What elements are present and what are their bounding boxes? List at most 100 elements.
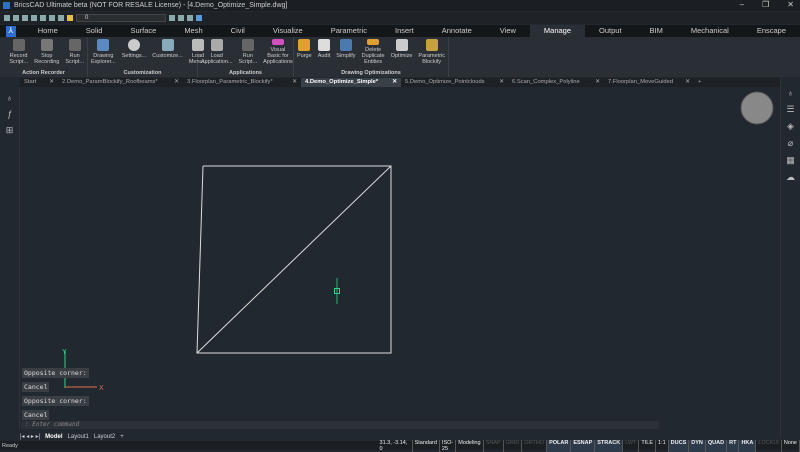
- attach-icon[interactable]: ⌀: [781, 138, 800, 149]
- tab-layout2[interactable]: Layout2: [94, 434, 115, 440]
- doc-tab[interactable]: Start ✕: [20, 78, 58, 87]
- customize-button[interactable]: Customize...: [149, 37, 186, 67]
- label: 6.Scan_Complex_Polyline: [512, 79, 580, 85]
- layers-icon[interactable]: ◈: [781, 121, 800, 132]
- redo-icon[interactable]: [58, 15, 64, 21]
- tab-visualize[interactable]: Visualize: [259, 25, 317, 37]
- print-icon[interactable]: [40, 15, 46, 21]
- new-tab-button[interactable]: +: [694, 78, 705, 87]
- close-icon[interactable]: ✕: [499, 78, 504, 87]
- drawing-canvas[interactable]: X Y: [21, 88, 779, 418]
- close-button[interactable]: ✕: [787, 0, 794, 9]
- delete-duplicates-button[interactable]: Delete Duplicate Entities: [359, 37, 388, 67]
- tab-bim[interactable]: BIM: [636, 25, 677, 37]
- cloud-icon[interactable]: ☁: [781, 172, 800, 183]
- close-icon[interactable]: ✕: [49, 78, 54, 87]
- close-icon[interactable]: ✕: [685, 78, 690, 87]
- tab-enscape[interactable]: Enscape: [743, 25, 800, 37]
- status-bar: Ready 31.3, -3.14, 0 Standard ISO-25 Model…: [0, 439, 800, 452]
- add-layout-button[interactable]: +: [120, 434, 124, 440]
- maximize-button[interactable]: ❐: [762, 0, 769, 9]
- tab-solid[interactable]: Solid: [72, 25, 117, 37]
- open-icon[interactable]: [13, 15, 19, 21]
- tab-layout1[interactable]: Layout1: [68, 434, 89, 440]
- group-customization: Drawing Explorer... Settings... Customiz…: [88, 37, 207, 77]
- label: Load Application...: [201, 53, 233, 65]
- library-icon[interactable]: ▦: [781, 155, 800, 166]
- group-label: Drawing Optimizations: [341, 70, 401, 76]
- broom-icon: [298, 39, 311, 51]
- nav-arrows-icon[interactable]: |◂ ◂ ▸ ▸|: [20, 433, 40, 440]
- optimize-icon: [395, 39, 408, 51]
- wrench-icon: [210, 39, 223, 51]
- simplify-button[interactable]: Simplify: [333, 37, 358, 67]
- help-icon[interactable]: [196, 15, 202, 21]
- window-title: BricsCAD Ultimate beta (NOT FOR RESALE L…: [14, 2, 288, 9]
- stop-recording-button[interactable]: Stop Recording: [31, 37, 62, 67]
- tab-model[interactable]: Model: [45, 434, 62, 440]
- tab-parametric[interactable]: Parametric: [317, 25, 381, 37]
- properties-icon[interactable]: ☰: [781, 104, 800, 115]
- doc-tab[interactable]: 2.Demo_ParamBlockify_Roofbeams* ✕: [58, 78, 183, 87]
- doc-tab-active[interactable]: 4.Demo_Optimize_Simple* ✕: [301, 78, 401, 87]
- function-icon[interactable]: ƒ: [0, 109, 19, 119]
- undo-icon[interactable]: [49, 15, 55, 21]
- run-script-app-button[interactable]: Run Script...: [235, 37, 260, 67]
- parametric-blockify-button[interactable]: Parametric Blockify: [415, 37, 448, 67]
- lightbulb-icon[interactable]: ♁: [781, 88, 800, 98]
- history-line: Opposite corner:: [22, 396, 89, 406]
- label: Delete Duplicate Entities: [361, 47, 385, 65]
- grid-icon[interactable]: [178, 15, 184, 21]
- tab-insert[interactable]: Insert: [381, 25, 428, 37]
- diagonal-line[interactable]: [196, 165, 392, 354]
- doc-tab[interactable]: 6.Scan_Complex_Polyline ✕: [508, 78, 604, 87]
- tab-annotate[interactable]: Annotate: [428, 25, 486, 37]
- view-icon[interactable]: [187, 15, 193, 21]
- tab-mechanical[interactable]: Mechanical: [677, 25, 743, 37]
- load-application-button[interactable]: Load Application...: [198, 37, 235, 67]
- minimize-button[interactable]: –: [740, 0, 744, 9]
- snap-icon[interactable]: [169, 15, 175, 21]
- tab-civil[interactable]: Civil: [217, 25, 259, 37]
- optimize-button[interactable]: Optimize: [388, 37, 416, 67]
- layer-dropdown[interactable]: 0: [76, 14, 166, 22]
- bulb-icon[interactable]: [67, 15, 73, 21]
- vba-button[interactable]: Visual Basic for Applications: [260, 37, 296, 67]
- viewcube-navigation[interactable]: [740, 91, 774, 125]
- history-line: Opposite corner:: [22, 368, 89, 378]
- purge-button[interactable]: Purge: [294, 37, 315, 67]
- lightbulb-icon[interactable]: ♁: [0, 93, 19, 103]
- close-icon[interactable]: ✕: [392, 78, 397, 87]
- app-menu-button[interactable]: ⅄: [6, 25, 16, 37]
- new-icon[interactable]: [4, 15, 10, 21]
- close-icon[interactable]: ✕: [595, 78, 600, 87]
- save-icon[interactable]: [22, 15, 28, 21]
- record-script-button[interactable]: Record Script...: [6, 37, 31, 67]
- tab-manage[interactable]: Manage: [529, 25, 586, 37]
- close-icon[interactable]: ✕: [174, 78, 179, 87]
- command-input[interactable]: : Enter command: [21, 421, 659, 429]
- simplify-icon: [339, 39, 352, 51]
- tab-output[interactable]: Output: [585, 25, 636, 37]
- audit-button[interactable]: Audit: [315, 37, 334, 67]
- x-axis-label: X: [99, 385, 104, 392]
- label: Visual Basic for Applications: [263, 47, 293, 65]
- tab-view[interactable]: View: [486, 25, 530, 37]
- tab-mesh[interactable]: Mesh: [170, 25, 216, 37]
- doc-tab[interactable]: 5.Demo_Optimize_Pointclouds ✕: [401, 78, 508, 87]
- close-icon[interactable]: ✕: [292, 78, 297, 87]
- save-as-icon[interactable]: [31, 15, 37, 21]
- run-script-button[interactable]: Run Script...: [62, 37, 87, 67]
- tab-home[interactable]: Home: [24, 25, 72, 37]
- label: Run Script...: [65, 53, 85, 65]
- tab-surface[interactable]: Surface: [116, 25, 170, 37]
- structure-icon[interactable]: ⊞: [0, 125, 19, 136]
- history-line: Cancel: [22, 382, 50, 392]
- settings-button[interactable]: Settings...: [119, 37, 149, 67]
- gear-icon: [128, 39, 140, 51]
- doc-tab[interactable]: 3.Floorplan_Parametric_Blockify* ✕: [183, 78, 301, 87]
- label: Optimize: [390, 53, 413, 59]
- doc-tab[interactable]: 7.Floorplan_MoveGuided ✕: [604, 78, 694, 87]
- label: Settings...: [121, 53, 147, 59]
- drawing-explorer-button[interactable]: Drawing Explorer...: [88, 37, 119, 67]
